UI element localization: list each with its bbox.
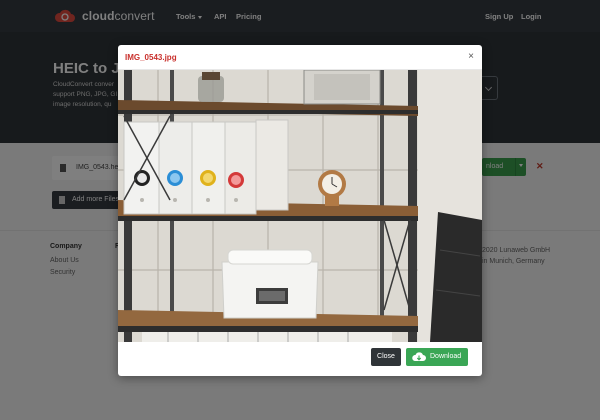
- photo-shelf: [118, 70, 482, 342]
- download-button[interactable]: Download: [406, 348, 468, 366]
- modal-header: IMG_0543.jpg ×: [118, 45, 482, 70]
- close-icon[interactable]: ×: [468, 51, 474, 62]
- modal-footer: Close Download: [118, 342, 482, 376]
- close-button[interactable]: Close: [371, 348, 401, 366]
- modal-title: IMG_0543.jpg: [125, 53, 177, 62]
- cloud-download-icon: [412, 352, 426, 361]
- image-preview: [118, 70, 482, 342]
- preview-modal: IMG_0543.jpg × Close Download: [118, 45, 482, 376]
